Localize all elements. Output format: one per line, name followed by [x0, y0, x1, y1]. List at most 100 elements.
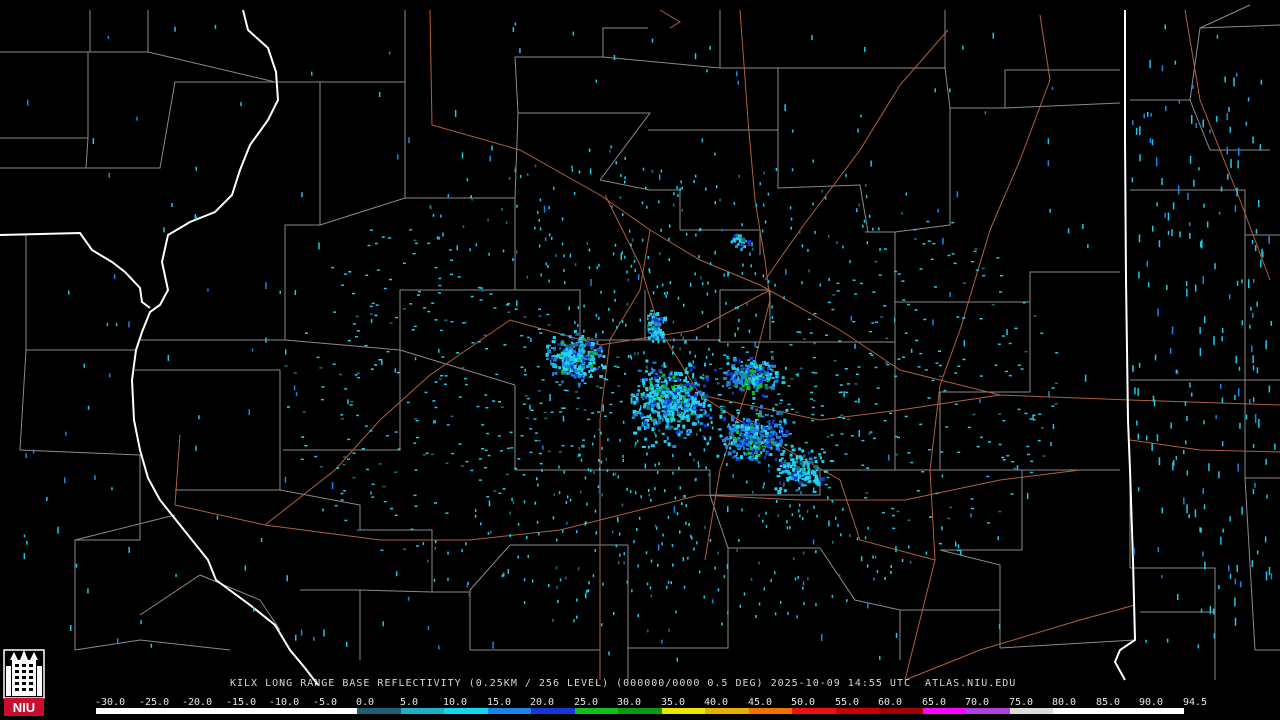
echo-pixel: [837, 523, 839, 527]
echo-pixel: [810, 398, 814, 400]
echo-pixel: [976, 445, 980, 448]
echo-pixel: [1131, 177, 1134, 183]
echo-pixel: [1183, 497, 1185, 505]
echo-pixel: [612, 252, 615, 256]
echo-pixel: [907, 519, 911, 521]
echo-pixel: [757, 442, 761, 447]
echo-pixel: [293, 372, 297, 374]
echo-pixel: [621, 503, 624, 507]
echo-pixel: [932, 319, 934, 326]
echo-pixel: [826, 436, 830, 438]
echo-pixel: [649, 416, 652, 420]
echo-pixel: [790, 226, 792, 230]
echo-pixel: [1221, 336, 1223, 342]
echo-pixel: [780, 457, 784, 460]
echo-pixel: [759, 437, 762, 442]
echo-pixel: [645, 365, 648, 369]
echo-pixel: [481, 290, 485, 292]
echo-pixel: [175, 573, 177, 577]
echo-pixel: [761, 229, 764, 233]
echo-pixel: [940, 451, 944, 453]
echo-pixel: [343, 456, 347, 458]
echo-pixel: [599, 387, 603, 389]
echo-pixel: [571, 342, 575, 345]
echo-pixel: [374, 242, 378, 245]
echo-pixel: [321, 386, 325, 388]
echo-pixel: [340, 499, 344, 501]
echo-pixel: [294, 290, 297, 295]
echo-pixel: [538, 452, 542, 455]
echo-pixel: [676, 398, 680, 403]
echo-pixel: [539, 332, 543, 334]
echo-pixel: [798, 487, 801, 490]
echo-pixel: [647, 372, 651, 376]
echo-pixel: [595, 313, 598, 317]
echo-pixel: [766, 380, 770, 383]
echo-pixel: [768, 364, 771, 368]
echo-pixel: [344, 519, 348, 522]
echo-pixel: [619, 400, 623, 403]
echo-pixel: [608, 651, 610, 656]
echo-pixel: [1051, 387, 1055, 389]
echo-pixel: [868, 432, 872, 435]
echo-pixel: [754, 272, 757, 276]
echo-pixel: [727, 423, 730, 427]
echo-pixel: [397, 154, 399, 160]
echo-pixel: [92, 138, 95, 144]
echo-pixel: [804, 441, 808, 444]
echo-pixel: [810, 449, 814, 453]
echo-pixel: [626, 580, 629, 584]
echo-pixel: [378, 463, 382, 465]
county-border: [1244, 235, 1280, 479]
scale-swatch: [226, 708, 271, 714]
echo-pixel: [939, 375, 943, 378]
echo-pixel: [561, 242, 564, 246]
echo-pixel: [32, 449, 35, 454]
echo-pixel: [771, 430, 776, 434]
echo-pixel: [922, 243, 926, 245]
echo-pixel: [616, 356, 620, 358]
echo-pixel: [167, 354, 170, 361]
echo-pixel: [802, 581, 805, 586]
echo-pixel: [1047, 160, 1050, 167]
echo-pixel: [743, 451, 745, 455]
echo-pixel: [560, 333, 565, 336]
echo-pixel: [577, 306, 579, 310]
echo-pixel: [534, 501, 537, 505]
echo-pixel: [94, 475, 96, 481]
echo-pixel: [739, 387, 743, 391]
echo-pixel: [524, 368, 526, 372]
echo-pixel: [774, 283, 776, 287]
echo-pixel: [801, 478, 806, 481]
echo-pixel: [731, 391, 734, 395]
echo-pixel: [631, 589, 633, 593]
echo-pixel: [735, 424, 740, 429]
echo-pixel: [770, 579, 772, 583]
echo-pixel: [802, 469, 805, 472]
echo-pixel: [583, 329, 585, 333]
echo-pixel: [1136, 420, 1138, 426]
echo-pixel: [648, 488, 650, 492]
echo-pixel: [719, 405, 723, 408]
echo-pixel: [752, 444, 756, 449]
echo-pixel: [661, 432, 665, 435]
echo-pixel: [852, 321, 856, 323]
echo-pixel: [890, 571, 892, 574]
echo-pixel: [651, 427, 655, 432]
echo-pixel: [704, 409, 706, 412]
echo-pixel: [489, 155, 491, 162]
echo-pixel: [895, 453, 899, 456]
echo-pixel: [802, 551, 805, 555]
echo-pixel: [836, 290, 840, 292]
echo-pixel: [799, 514, 801, 518]
echo-pixel: [619, 196, 622, 199]
echo-pixel: [827, 496, 829, 500]
echo-pixel: [561, 217, 564, 221]
county-border: [1189, 24, 1280, 101]
echo-pixel: [963, 340, 965, 347]
echo-pixel: [1149, 138, 1151, 144]
echo-pixel: [781, 411, 785, 413]
echo-pixel: [937, 208, 939, 213]
echo-pixel: [807, 463, 809, 469]
echo-pixel: [956, 191, 959, 198]
